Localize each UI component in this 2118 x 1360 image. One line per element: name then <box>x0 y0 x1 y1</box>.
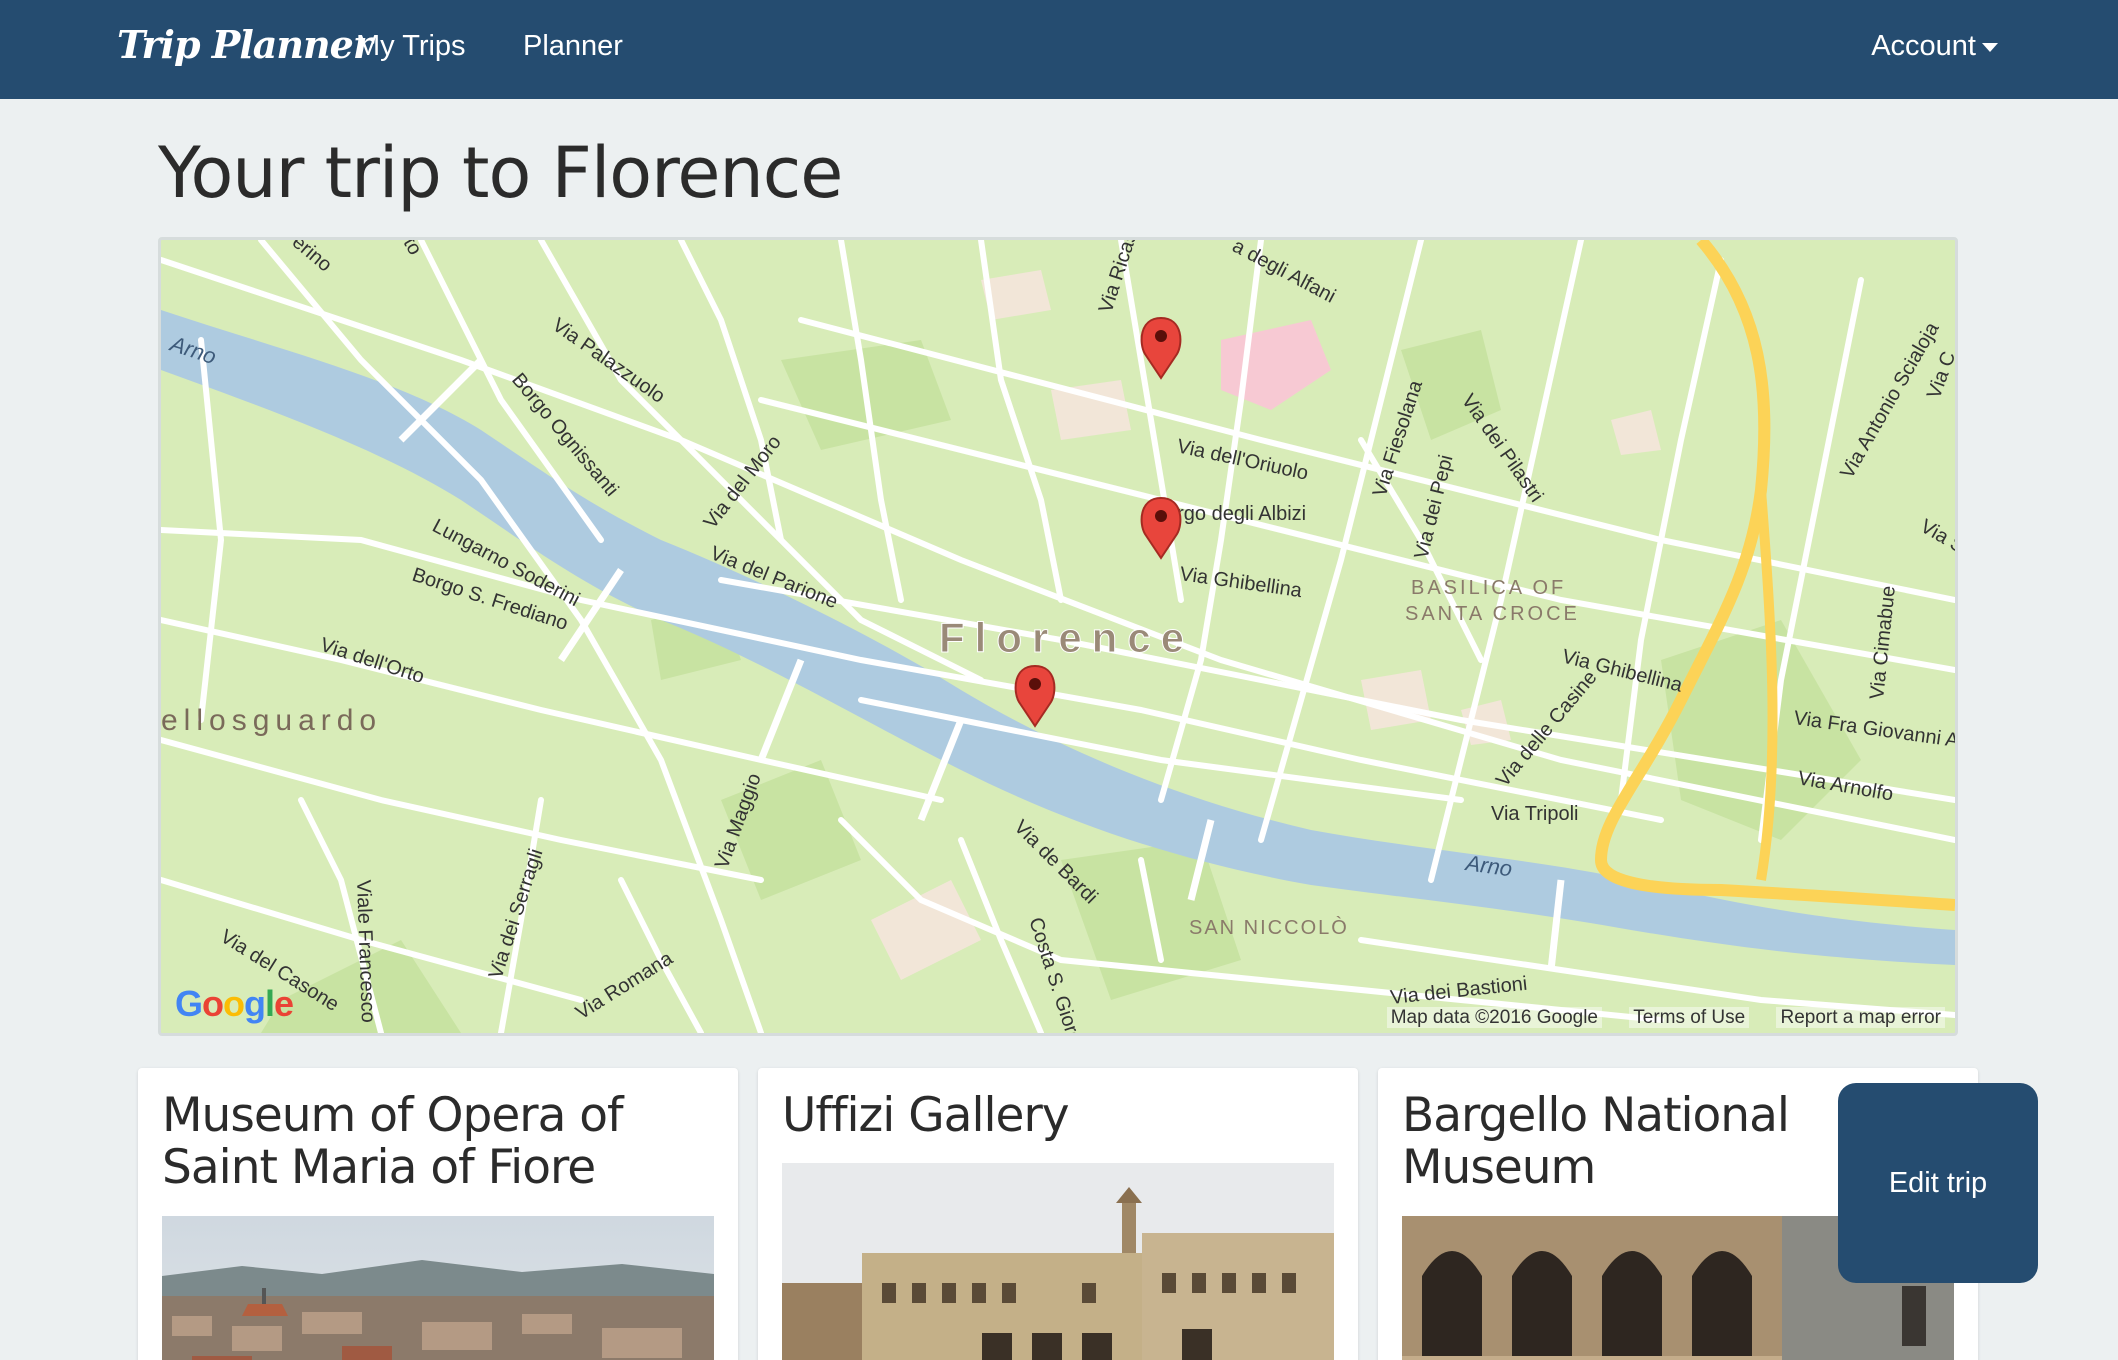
marker-pin-icon[interactable] <box>1140 316 1182 380</box>
navbar: Trip Planner My Trips Planner Account <box>0 0 2118 99</box>
place-card[interactable]: Uffizi Gallery <box>758 1068 1358 1360</box>
map-data-attribution: Map data ©2016 Google <box>1386 1007 1602 1028</box>
label-via-alfani: a degli Alfani <box>1229 240 1339 308</box>
account-label: Account <box>1871 30 1976 62</box>
label-borgo-albizi: orgo degli Albizi <box>1166 503 1306 525</box>
place-photo-uffizi <box>782 1163 1334 1360</box>
account-menu[interactable]: Account <box>1871 30 1998 63</box>
map-terms-link[interactable]: Terms of Use <box>1629 1007 1750 1028</box>
label-erino: erino <box>288 240 336 276</box>
label-via-oriuolo: Via dell'Oriuolo <box>1175 435 1310 484</box>
google-logo[interactable]: Google <box>175 983 294 1025</box>
map-canvas[interactable]: Arno Arno Via Palazzuolo Borgo Ognissant… <box>161 240 1955 1033</box>
label-via-cimabue: Via Cimabue <box>1866 585 1900 701</box>
label-santa-croce-2: SANTA CROCE <box>1405 603 1580 625</box>
marker-pin-icon[interactable] <box>1014 664 1056 728</box>
label-via-romana: Via Romana <box>572 947 677 1024</box>
label-via-ghibellina: Via Ghibellina <box>1178 563 1304 602</box>
chevron-down-icon <box>1982 42 1998 52</box>
trip-map[interactable]: Arno Arno Via Palazzuolo Borgo Ognissant… <box>158 237 1958 1036</box>
label-santa-croce-1: BASILICA OF <box>1411 577 1566 599</box>
place-photo-duomo-view <box>162 1216 714 1360</box>
label-bellosguardo: ellosguardo <box>161 704 382 737</box>
label-via-s: Via S <box>1917 515 1956 558</box>
label-via-pepi: Via dei Pepi <box>1411 453 1458 562</box>
map-markers[interactable] <box>1014 316 1182 728</box>
map-city-label: Florence <box>939 614 1194 661</box>
edit-trip-button[interactable]: Edit trip <box>1838 1083 2038 1283</box>
page-title: Your trip to Florence <box>158 132 843 214</box>
map-report-link[interactable]: Report a map error <box>1776 1007 1945 1028</box>
place-card-title: Uffizi Gallery <box>782 1088 1070 1143</box>
label-via-tripoli: Via Tripoli <box>1491 803 1578 825</box>
map-hospital <box>1221 320 1331 410</box>
label-san-niccolo: SAN NICCOLÒ <box>1189 916 1349 939</box>
place-photo <box>782 1163 1334 1360</box>
map-footer: Map data ©2016 Google Terms of Use Repor… <box>1365 1007 1945 1029</box>
label-to: to <box>399 240 426 259</box>
label-via-palazzuolo: Via Palazzuolo <box>548 314 669 408</box>
place-card-title: Museum of Opera of Saint Maria of Fiore <box>162 1088 624 1195</box>
place-photo <box>162 1216 714 1360</box>
nav-my-trips[interactable]: My Trips <box>356 30 466 63</box>
nav-planner[interactable]: Planner <box>523 30 623 63</box>
label-via-scialoja: Via Antonio Scialoja <box>1836 318 1944 483</box>
brand-logo[interactable]: Trip Planner <box>117 22 373 67</box>
place-card[interactable]: Museum of Opera of Saint Maria of Fiore <box>138 1068 738 1360</box>
